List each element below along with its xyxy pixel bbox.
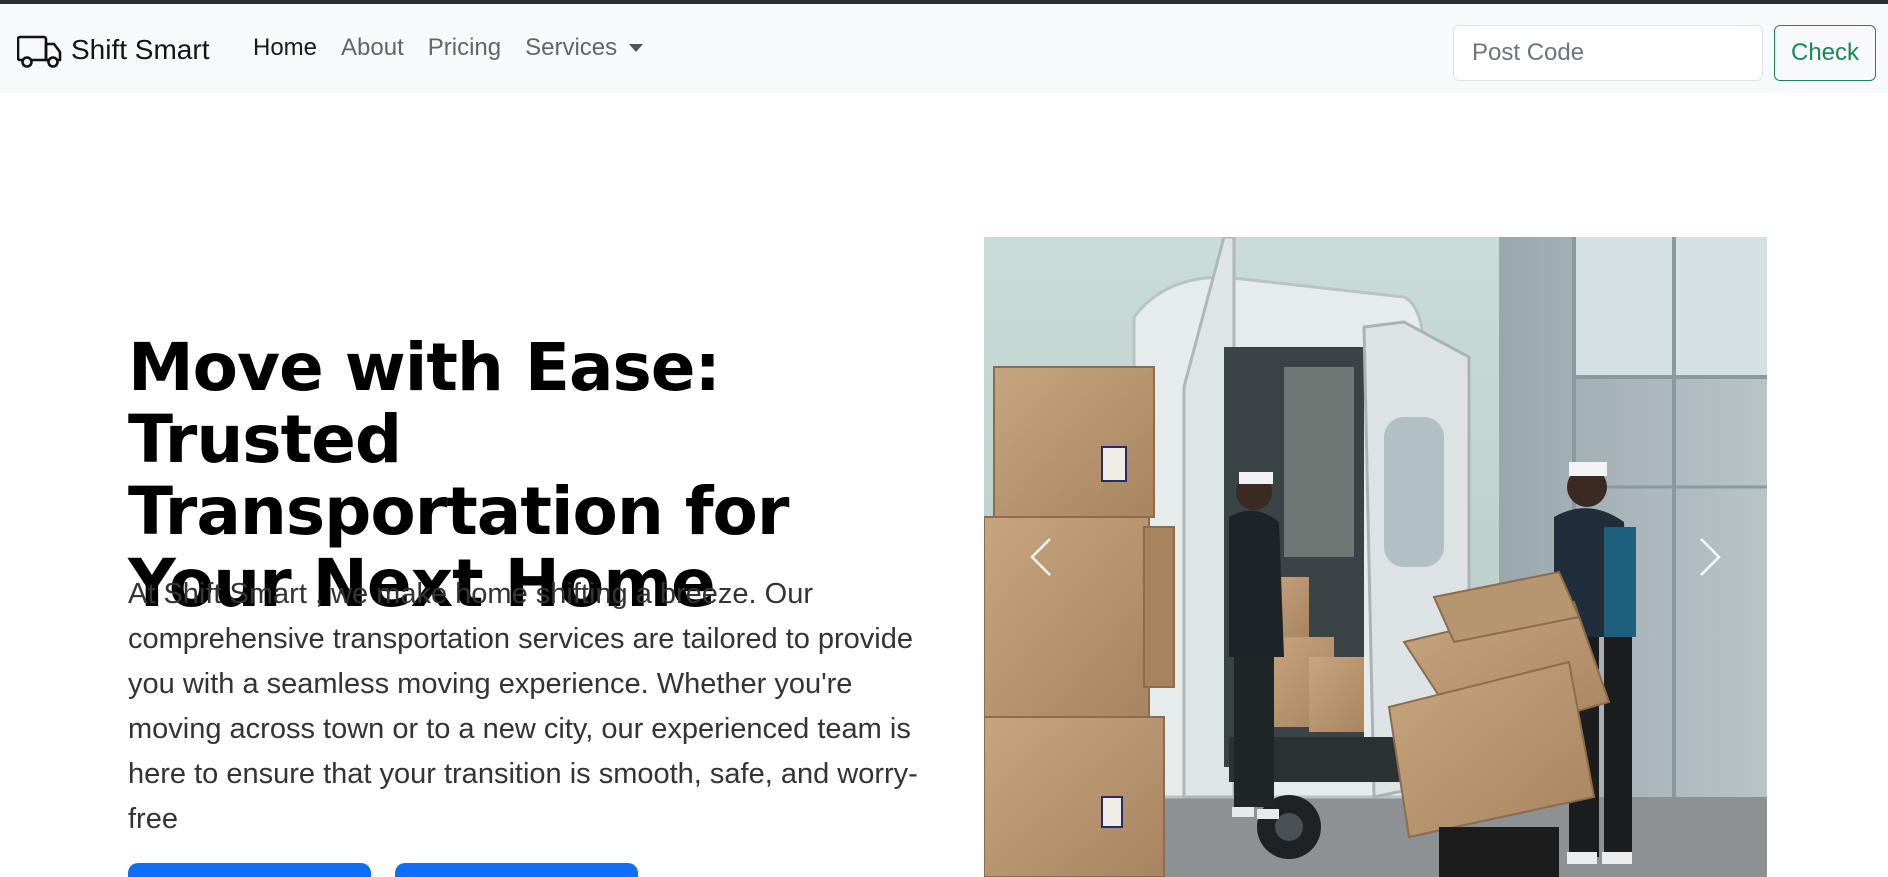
carousel-prev-button[interactable] xyxy=(992,237,1092,877)
nav-link-pricing[interactable]: Pricing xyxy=(428,34,501,62)
brand-name: Shift Smart xyxy=(71,34,210,65)
carousel-next-button[interactable] xyxy=(1659,237,1759,877)
truck-icon xyxy=(17,35,62,68)
nav-link-home[interactable]: Home xyxy=(253,34,317,62)
hero-carousel xyxy=(984,237,1767,877)
chevron-left-icon xyxy=(1030,538,1051,576)
cta-row xyxy=(128,863,662,877)
brand-link[interactable]: Shift Smart xyxy=(17,26,209,74)
nav-link-about[interactable]: About xyxy=(341,34,404,62)
chevron-right-icon xyxy=(1700,538,1721,576)
navbar: Shift Smart Home About Pricing Services … xyxy=(0,4,1888,93)
post-code-input[interactable] xyxy=(1453,25,1763,81)
services-label: Services xyxy=(525,34,618,61)
hero-lead: At Shift Smart , we make home shifting a… xyxy=(128,578,918,835)
secondary-cta-button[interactable] xyxy=(395,863,638,877)
check-button[interactable]: Check xyxy=(1774,25,1876,81)
caret-down-icon xyxy=(629,44,644,52)
nav-links: Home About Pricing Services xyxy=(253,34,667,62)
primary-cta-button[interactable] xyxy=(128,863,371,877)
nav-dropdown-services[interactable]: Services xyxy=(525,34,644,62)
movers-photo xyxy=(984,237,1767,877)
